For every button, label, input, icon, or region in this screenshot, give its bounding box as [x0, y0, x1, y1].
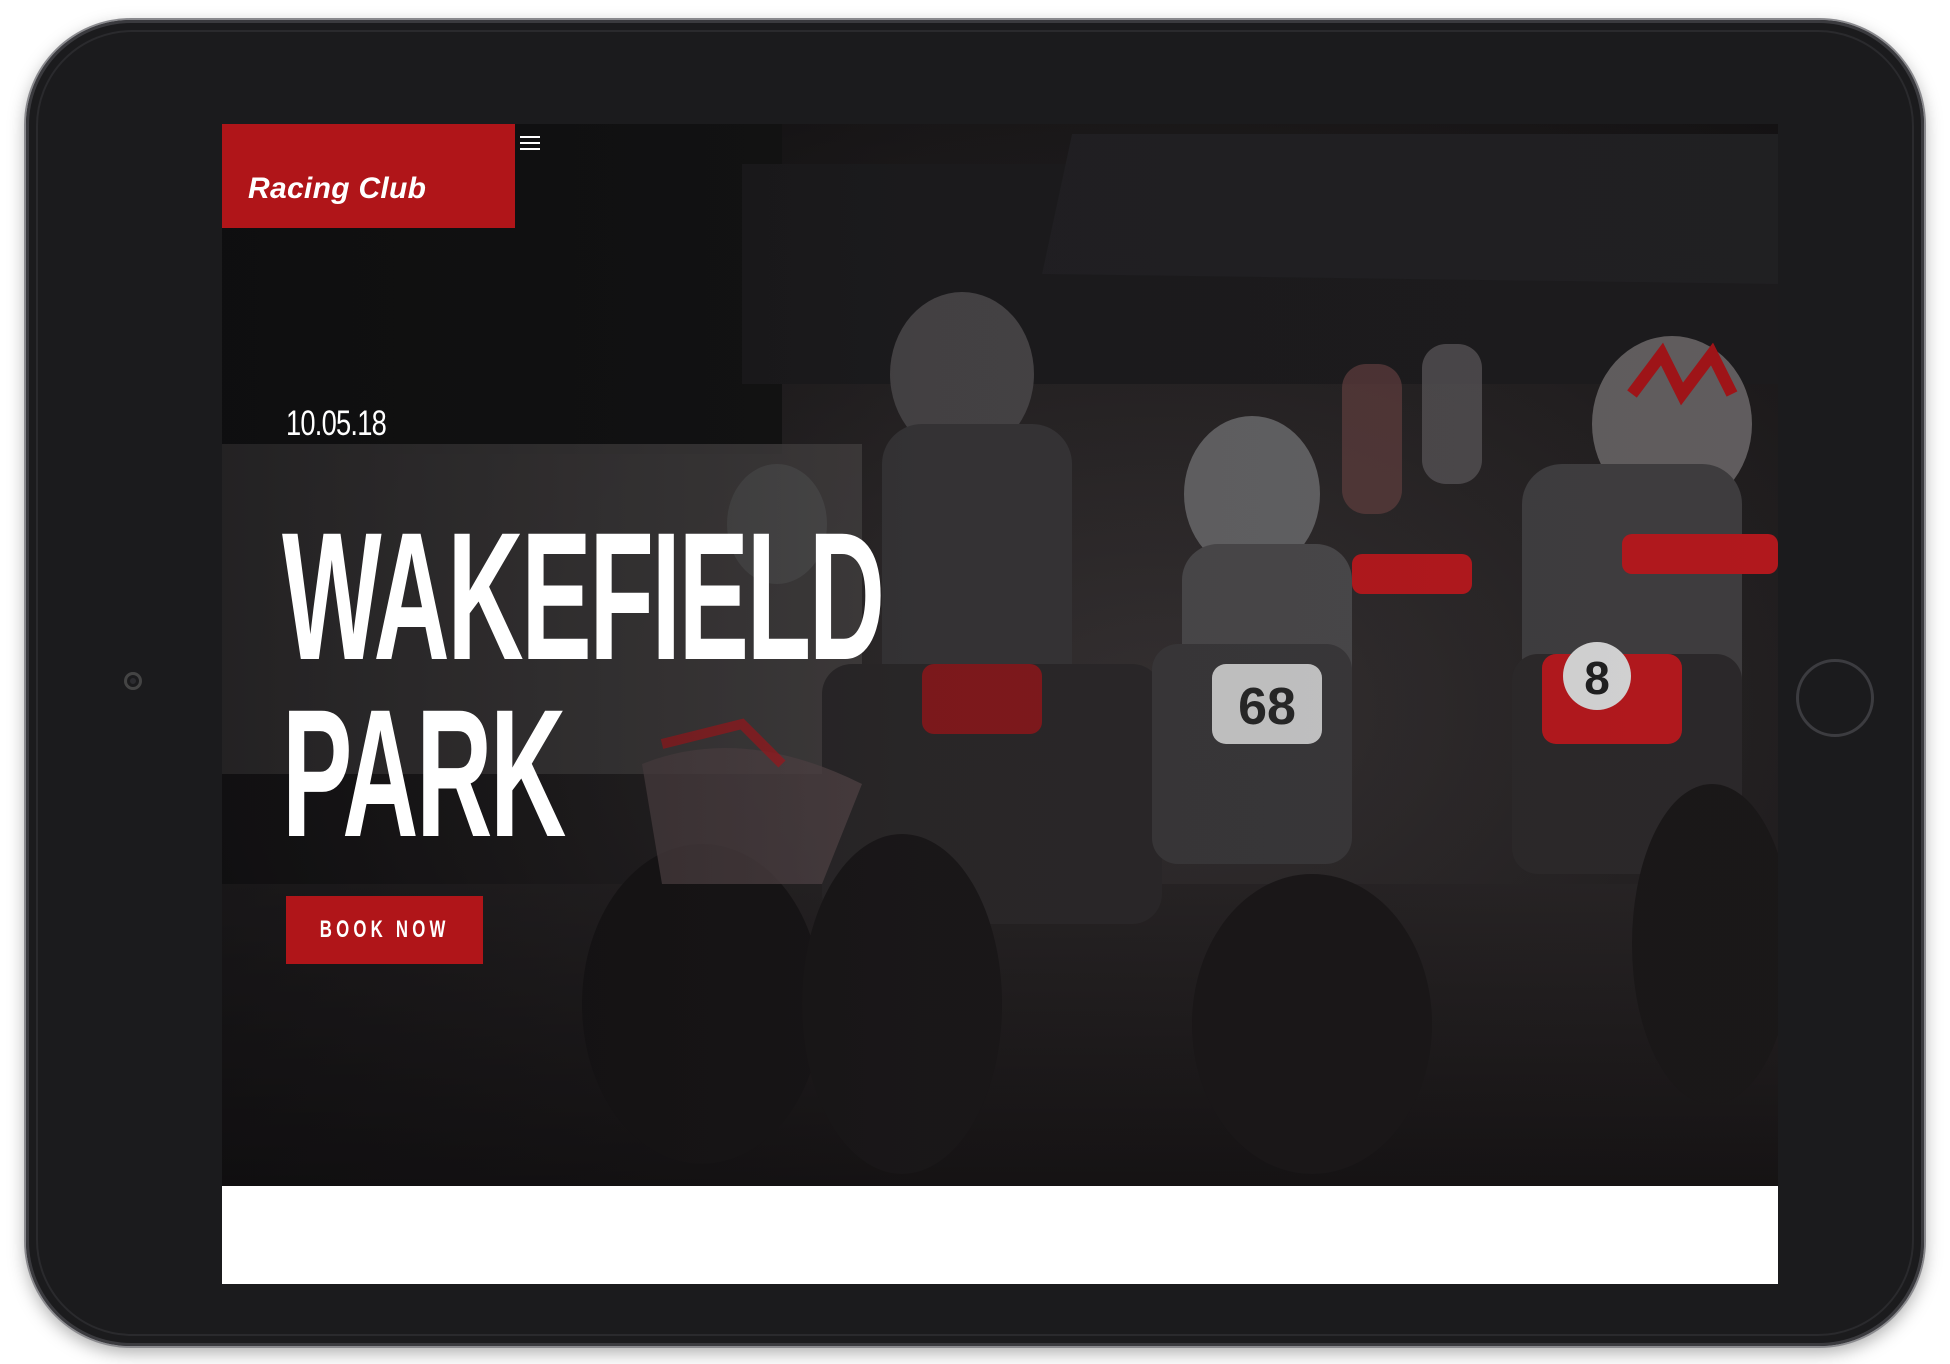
brand-name: Racing Club — [248, 172, 427, 205]
event-date: 10.05.18 — [286, 404, 387, 443]
brand-logo-block[interactable]: Racing Club — [222, 124, 515, 228]
tablet-device-frame: 68 8 Racing Club — [26, 20, 1924, 1346]
book-now-label: BOOK NOW — [319, 916, 450, 943]
event-title-line-1: WAKEFIELD — [282, 494, 885, 698]
below-fold-section — [222, 1186, 1778, 1284]
tablet-screen: 68 8 Racing Club — [222, 124, 1778, 1284]
book-now-button[interactable]: BOOK NOW — [286, 896, 483, 964]
hero-section: 68 8 Racing Club — [222, 124, 1778, 1186]
front-camera-icon — [124, 672, 142, 690]
event-title-line-2: PARK — [282, 671, 566, 875]
event-title: WAKEFIELD PARK — [282, 505, 885, 864]
home-button[interactable] — [1796, 659, 1874, 737]
hamburger-menu-icon[interactable] — [516, 132, 542, 154]
